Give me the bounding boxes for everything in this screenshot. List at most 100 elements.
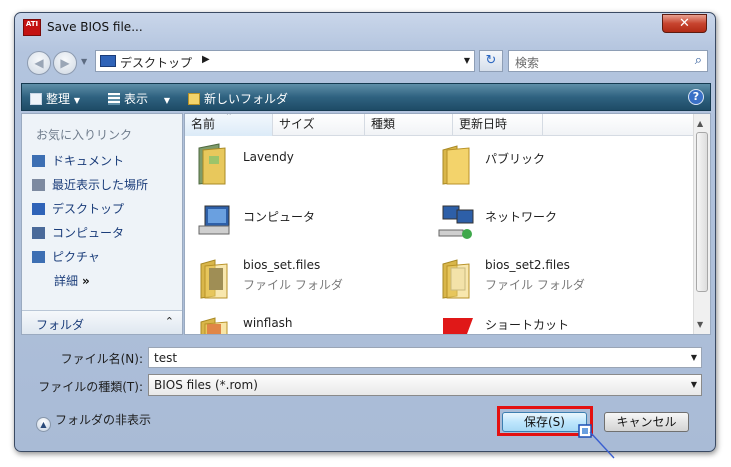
filetype-select[interactable]: BIOS files (*.rom) ▼ xyxy=(148,374,702,396)
sidebar-item-desktop[interactable]: デスクトップ xyxy=(32,200,124,218)
back-button[interactable]: ◀ xyxy=(27,51,51,75)
column-label: サイズ xyxy=(279,117,315,131)
recent-pages-dropdown[interactable]: ▼ xyxy=(81,57,87,66)
views-menu-button[interactable]: 表示 ▼ xyxy=(108,90,170,107)
address-dropdown-icon[interactable]: ▼ xyxy=(464,56,470,65)
file-name: Lavendy xyxy=(243,150,294,164)
window-title: Save BIOS file... xyxy=(47,20,143,34)
sidebar-item-label: ドキュメント xyxy=(52,154,125,168)
folders-label: フォルダ xyxy=(36,318,85,332)
file-name: bios_set.files xyxy=(243,258,321,272)
column-header-row: ⌃ 名前 サイズ 種類 更新日時 xyxy=(185,114,695,136)
filetype-label: ファイルの種類(T): xyxy=(38,380,143,394)
column-header-name[interactable]: ⌃ 名前 xyxy=(185,114,273,136)
navigation-pane: お気に入りリンク ドキュメント 最近表示した場所 デスクトップ コンピュータ ピ… xyxy=(21,113,183,335)
file-item[interactable]: ネットワーク xyxy=(431,198,671,250)
file-name: bios_set2.files xyxy=(485,258,570,272)
scroll-down-icon[interactable]: ▼ xyxy=(697,320,703,329)
views-icon xyxy=(108,93,120,105)
file-name: パブリック xyxy=(485,152,546,166)
sidebar-item-pictures[interactable]: ピクチャ xyxy=(32,248,100,266)
hide-folders-label: フォルダの非表示 xyxy=(55,413,152,427)
chevron-down-icon[interactable]: ▼ xyxy=(691,380,697,389)
new-folder-button[interactable]: 新しいフォルダ xyxy=(188,90,288,107)
help-icon[interactable]: ? xyxy=(688,89,704,105)
column-label: 更新日時 xyxy=(459,117,508,131)
file-type: ファイル フォルダ xyxy=(243,278,343,292)
chevron-down-icon[interactable]: ▼ xyxy=(691,353,697,362)
column-header-size[interactable]: サイズ xyxy=(273,114,365,136)
file-item[interactable]: bios_set2.files ファイル フォルダ xyxy=(431,254,671,306)
address-location[interactable]: デスクトップ xyxy=(120,54,192,71)
column-header-type[interactable]: 種類 xyxy=(365,114,453,136)
user-folder-icon xyxy=(198,143,226,185)
cancel-button[interactable]: キャンセル xyxy=(604,412,689,432)
details-link[interactable]: 詳細» xyxy=(54,272,90,289)
file-item[interactable]: winflash xyxy=(189,312,429,334)
folder-icon xyxy=(200,317,228,334)
organize-icon xyxy=(30,93,42,105)
back-arrow-icon: ◀ xyxy=(34,56,44,70)
forward-arrow-icon: ▶ xyxy=(60,56,70,70)
desktop-icon xyxy=(100,55,116,67)
file-name: ショートカット xyxy=(485,318,570,332)
organize-menu-button[interactable]: 整理 ▼ xyxy=(30,90,80,107)
pointer-line-icon xyxy=(589,431,615,459)
sidebar-item-label: デスクトップ xyxy=(52,202,125,216)
computer-icon xyxy=(198,205,230,235)
file-item[interactable]: コンピュータ xyxy=(189,198,429,250)
file-name: ネットワーク xyxy=(485,210,558,224)
file-item[interactable]: bios_set.files ファイル フォルダ xyxy=(189,254,429,306)
folder-icon xyxy=(442,145,470,185)
sidebar-item-label: コンピュータ xyxy=(52,226,125,240)
filename-label: ファイル名(N): xyxy=(60,352,143,366)
sidebar-item-recent-places[interactable]: 最近表示した場所 xyxy=(32,176,148,194)
sidebar-item-computer[interactable]: コンピュータ xyxy=(32,224,124,242)
vertical-scrollbar[interactable]: ▲ ▼ xyxy=(693,114,710,334)
column-header-date-modified[interactable]: 更新日時 xyxy=(453,114,543,136)
scroll-up-icon[interactable]: ▲ xyxy=(697,119,703,128)
network-icon xyxy=(438,205,474,239)
chevron-down-icon: ▼ xyxy=(163,96,170,105)
folder-icon xyxy=(200,259,228,299)
recent-places-icon xyxy=(32,179,45,191)
filename-input[interactable]: test ▼ xyxy=(148,347,702,368)
shortcut-icon xyxy=(443,318,473,334)
refresh-button[interactable]: ↻ xyxy=(479,50,503,72)
chevron-right-icon[interactable]: ▶ xyxy=(202,54,210,65)
close-button[interactable]: ✕ xyxy=(662,14,707,33)
file-type: ファイル フォルダ xyxy=(485,278,585,292)
folders-toggle[interactable]: フォルダ ⌃ xyxy=(22,310,182,334)
title-bar[interactable]: ATI Save BIOS file... ✕ xyxy=(15,13,715,43)
forward-button[interactable]: ▶ xyxy=(53,51,77,75)
pictures-icon xyxy=(32,251,45,263)
save-button[interactable]: 保存(S) xyxy=(502,412,587,432)
double-chevron-icon: » xyxy=(82,274,90,288)
sidebar-item-documents[interactable]: ドキュメント xyxy=(32,152,124,170)
file-item[interactable]: Lavendy xyxy=(189,140,429,192)
search-icon[interactable]: ⌕ xyxy=(695,53,702,68)
details-label: 詳細 xyxy=(54,274,79,288)
file-item[interactable]: パブリック xyxy=(431,140,671,192)
hide-folders-toggle[interactable]: ▲ フォルダの非表示 xyxy=(36,411,151,432)
address-bar[interactable]: デスクトップ ▶ ▼ xyxy=(95,50,475,72)
refresh-icon: ↻ xyxy=(485,53,497,68)
column-label: 種類 xyxy=(371,117,396,131)
views-label: 表示 xyxy=(124,92,149,106)
chevron-up-icon: ⌃ xyxy=(164,315,174,328)
file-name: winflash xyxy=(243,316,293,330)
folder-icon xyxy=(442,259,470,299)
desktop-icon xyxy=(32,203,45,215)
sidebar-item-label: ピクチャ xyxy=(52,250,100,264)
filetype-value: BIOS files (*.rom) xyxy=(154,378,258,392)
filename-value[interactable]: test xyxy=(154,351,177,365)
sidebar-item-label: 最近表示した場所 xyxy=(52,178,149,192)
file-item[interactable]: ショートカット xyxy=(431,312,671,334)
command-toolbar: 整理 ▼ 表示 ▼ 新しいフォルダ ? xyxy=(21,83,711,111)
search-placeholder: 検索 xyxy=(515,56,540,70)
chevron-down-icon: ▼ xyxy=(73,96,80,105)
search-input[interactable]: 検索 ⌕ xyxy=(508,50,708,72)
scrollbar-thumb[interactable] xyxy=(696,132,708,292)
favorite-links-header: お気に入りリンク xyxy=(36,128,133,142)
new-folder-label: 新しいフォルダ xyxy=(204,92,289,106)
